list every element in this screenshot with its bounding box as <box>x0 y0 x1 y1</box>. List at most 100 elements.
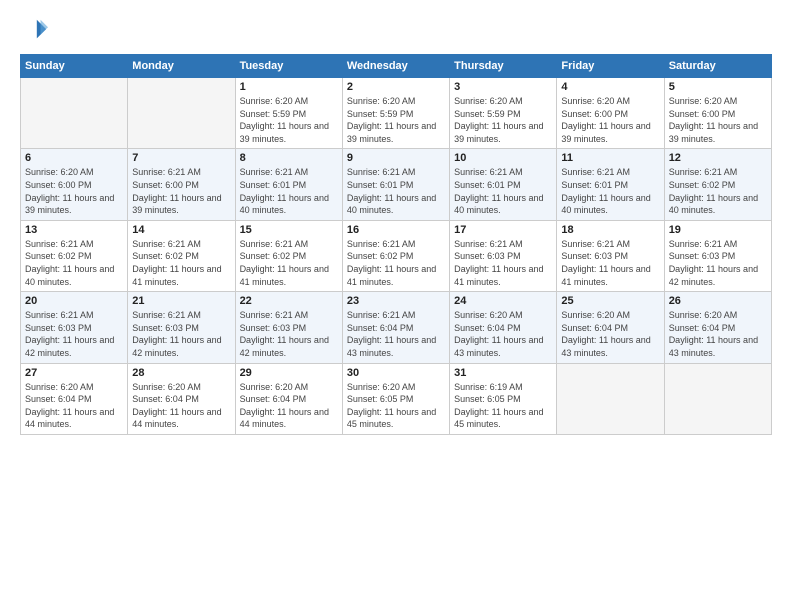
logo <box>20 16 52 44</box>
day-info: Sunrise: 6:21 AMSunset: 6:01 PMDaylight:… <box>347 166 445 216</box>
week-row-2: 6 Sunrise: 6:20 AMSunset: 6:00 PMDaylight… <box>21 149 772 220</box>
calendar-cell: 31Sunrise: 6:19 AMSunset: 6:05 PMDayligh… <box>450 363 557 434</box>
calendar-cell: 19Sunrise: 6:21 AMSunset: 6:03 PMDayligh… <box>664 220 771 291</box>
day-number: 2 <box>347 81 445 93</box>
day-info: Sunrise: 6:20 AMSunset: 6:04 PMDaylight:… <box>25 381 123 431</box>
calendar-cell: 3 Sunrise: 6:20 AMSunset: 5:59 PMDaylight… <box>450 78 557 149</box>
calendar-cell: 14 Sunrise: 6:21 AMSunset: 6:02 PMDayligh… <box>128 220 235 291</box>
calendar-cell: 24 Sunrise: 6:20 AMSunset: 6:04 PMDayligh… <box>450 292 557 363</box>
day-number: 18 <box>561 224 659 236</box>
calendar-cell: 2 Sunrise: 6:20 AMSunset: 5:59 PMDaylight… <box>342 78 449 149</box>
calendar-cell: 23 Sunrise: 6:21 AMSunset: 6:04 PMDayligh… <box>342 292 449 363</box>
day-number: 15 <box>240 224 338 236</box>
day-info: Sunrise: 6:21 AMSunset: 6:01 PMDaylight:… <box>561 166 659 216</box>
calendar-cell: 25Sunrise: 6:20 AMSunset: 6:04 PMDayligh… <box>557 292 664 363</box>
day-info: Sunrise: 6:20 AMSunset: 6:04 PMDaylight:… <box>240 381 338 431</box>
page: SundayMondayTuesdayWednesdayThursdayFrid… <box>0 0 792 612</box>
day-number: 29 <box>240 367 338 379</box>
calendar-cell: 12Sunrise: 6:21 AMSunset: 6:02 PMDayligh… <box>664 149 771 220</box>
day-number: 13 <box>25 224 123 236</box>
day-info: Sunrise: 6:20 AMSunset: 5:59 PMDaylight:… <box>454 95 552 145</box>
calendar-cell: 26 Sunrise: 6:20 AMSunset: 6:04 PMDayligh… <box>664 292 771 363</box>
calendar-cell: 30Sunrise: 6:20 AMSunset: 6:05 PMDayligh… <box>342 363 449 434</box>
calendar-cell: 20Sunrise: 6:21 AMSunset: 6:03 PMDayligh… <box>21 292 128 363</box>
calendar-cell: 21 Sunrise: 6:21 AMSunset: 6:03 PMDayligh… <box>128 292 235 363</box>
day-number: 24 <box>454 295 552 307</box>
week-row-1: 1 Sunrise: 6:20 AMSunset: 5:59 PMDaylight… <box>21 78 772 149</box>
logo-icon <box>20 16 48 44</box>
calendar-cell: 27 Sunrise: 6:20 AMSunset: 6:04 PMDayligh… <box>21 363 128 434</box>
day-info: Sunrise: 6:21 AMSunset: 6:03 PMDaylight:… <box>25 309 123 359</box>
calendar-cell: 8 Sunrise: 6:21 AMSunset: 6:01 PMDaylight… <box>235 149 342 220</box>
day-info: Sunrise: 6:20 AMSunset: 5:59 PMDaylight:… <box>347 95 445 145</box>
day-info: Sunrise: 6:21 AMSunset: 6:01 PMDaylight:… <box>454 166 552 216</box>
calendar-cell <box>557 363 664 434</box>
day-info: Sunrise: 6:21 AMSunset: 6:02 PMDaylight:… <box>25 238 123 288</box>
day-number: 27 <box>25 367 123 379</box>
calendar-cell: 28Sunrise: 6:20 AMSunset: 6:04 PMDayligh… <box>128 363 235 434</box>
day-number: 4 <box>561 81 659 93</box>
calendar-cell: 16 Sunrise: 6:21 AMSunset: 6:02 PMDayligh… <box>342 220 449 291</box>
day-number: 8 <box>240 152 338 164</box>
calendar-cell: 6 Sunrise: 6:20 AMSunset: 6:00 PMDaylight… <box>21 149 128 220</box>
day-info: Sunrise: 6:21 AMSunset: 6:03 PMDaylight:… <box>454 238 552 288</box>
calendar-cell: 29 Sunrise: 6:20 AMSunset: 6:04 PMDayligh… <box>235 363 342 434</box>
day-number: 21 <box>132 295 230 307</box>
day-info: Sunrise: 6:20 AMSunset: 6:04 PMDaylight:… <box>669 309 767 359</box>
day-info: Sunrise: 6:20 AMSunset: 5:59 PMDaylight:… <box>240 95 338 145</box>
day-info: Sunrise: 6:21 AMSunset: 6:02 PMDaylight:… <box>240 238 338 288</box>
calendar-cell: 17 Sunrise: 6:21 AMSunset: 6:03 PMDayligh… <box>450 220 557 291</box>
day-info: Sunrise: 6:21 AMSunset: 6:01 PMDaylight:… <box>240 166 338 216</box>
day-number: 14 <box>132 224 230 236</box>
day-number: 1 <box>240 81 338 93</box>
weekday-header-monday: Monday <box>128 55 235 78</box>
calendar-cell <box>664 363 771 434</box>
day-info: Sunrise: 6:21 AMSunset: 6:02 PMDaylight:… <box>347 238 445 288</box>
day-number: 28 <box>132 367 230 379</box>
day-number: 31 <box>454 367 552 379</box>
weekday-header-friday: Friday <box>557 55 664 78</box>
weekday-header-row: SundayMondayTuesdayWednesdayThursdayFrid… <box>21 55 772 78</box>
day-number: 5 <box>669 81 767 93</box>
calendar-cell: 18Sunrise: 6:21 AMSunset: 6:03 PMDayligh… <box>557 220 664 291</box>
day-info: Sunrise: 6:21 AMSunset: 6:03 PMDaylight:… <box>132 309 230 359</box>
calendar-cell: 5 Sunrise: 6:20 AMSunset: 6:00 PMDaylight… <box>664 78 771 149</box>
calendar-table: SundayMondayTuesdayWednesdayThursdayFrid… <box>20 54 772 435</box>
day-number: 16 <box>347 224 445 236</box>
day-number: 3 <box>454 81 552 93</box>
calendar-cell: 13 Sunrise: 6:21 AMSunset: 6:02 PMDayligh… <box>21 220 128 291</box>
day-info: Sunrise: 6:21 AMSunset: 6:03 PMDaylight:… <box>240 309 338 359</box>
day-info: Sunrise: 6:21 AMSunset: 6:02 PMDaylight:… <box>132 238 230 288</box>
day-number: 9 <box>347 152 445 164</box>
week-row-4: 20Sunrise: 6:21 AMSunset: 6:03 PMDayligh… <box>21 292 772 363</box>
day-info: Sunrise: 6:20 AMSunset: 6:00 PMDaylight:… <box>25 166 123 216</box>
weekday-header-sunday: Sunday <box>21 55 128 78</box>
calendar-cell: 1 Sunrise: 6:20 AMSunset: 5:59 PMDaylight… <box>235 78 342 149</box>
calendar-cell: 15 Sunrise: 6:21 AMSunset: 6:02 PMDayligh… <box>235 220 342 291</box>
weekday-header-saturday: Saturday <box>664 55 771 78</box>
weekday-header-thursday: Thursday <box>450 55 557 78</box>
day-info: Sunrise: 6:21 AMSunset: 6:04 PMDaylight:… <box>347 309 445 359</box>
week-row-3: 13 Sunrise: 6:21 AMSunset: 6:02 PMDayligh… <box>21 220 772 291</box>
day-number: 17 <box>454 224 552 236</box>
day-info: Sunrise: 6:21 AMSunset: 6:02 PMDaylight:… <box>669 166 767 216</box>
calendar-cell: 10 Sunrise: 6:21 AMSunset: 6:01 PMDayligh… <box>450 149 557 220</box>
day-number: 6 <box>25 152 123 164</box>
calendar-cell: 7Sunrise: 6:21 AMSunset: 6:00 PMDaylight… <box>128 149 235 220</box>
calendar-cell: 22 Sunrise: 6:21 AMSunset: 6:03 PMDayligh… <box>235 292 342 363</box>
day-info: Sunrise: 6:21 AMSunset: 6:03 PMDaylight:… <box>669 238 767 288</box>
day-info: Sunrise: 6:20 AMSunset: 6:00 PMDaylight:… <box>561 95 659 145</box>
day-number: 26 <box>669 295 767 307</box>
day-number: 10 <box>454 152 552 164</box>
calendar-cell: 9 Sunrise: 6:21 AMSunset: 6:01 PMDaylight… <box>342 149 449 220</box>
day-info: Sunrise: 6:20 AMSunset: 6:04 PMDaylight:… <box>454 309 552 359</box>
weekday-header-wednesday: Wednesday <box>342 55 449 78</box>
day-info: Sunrise: 6:20 AMSunset: 6:04 PMDaylight:… <box>561 309 659 359</box>
week-row-5: 27 Sunrise: 6:20 AMSunset: 6:04 PMDayligh… <box>21 363 772 434</box>
header <box>20 16 772 44</box>
day-number: 23 <box>347 295 445 307</box>
day-number: 7 <box>132 152 230 164</box>
day-number: 22 <box>240 295 338 307</box>
day-number: 11 <box>561 152 659 164</box>
day-info: Sunrise: 6:20 AMSunset: 6:00 PMDaylight:… <box>669 95 767 145</box>
